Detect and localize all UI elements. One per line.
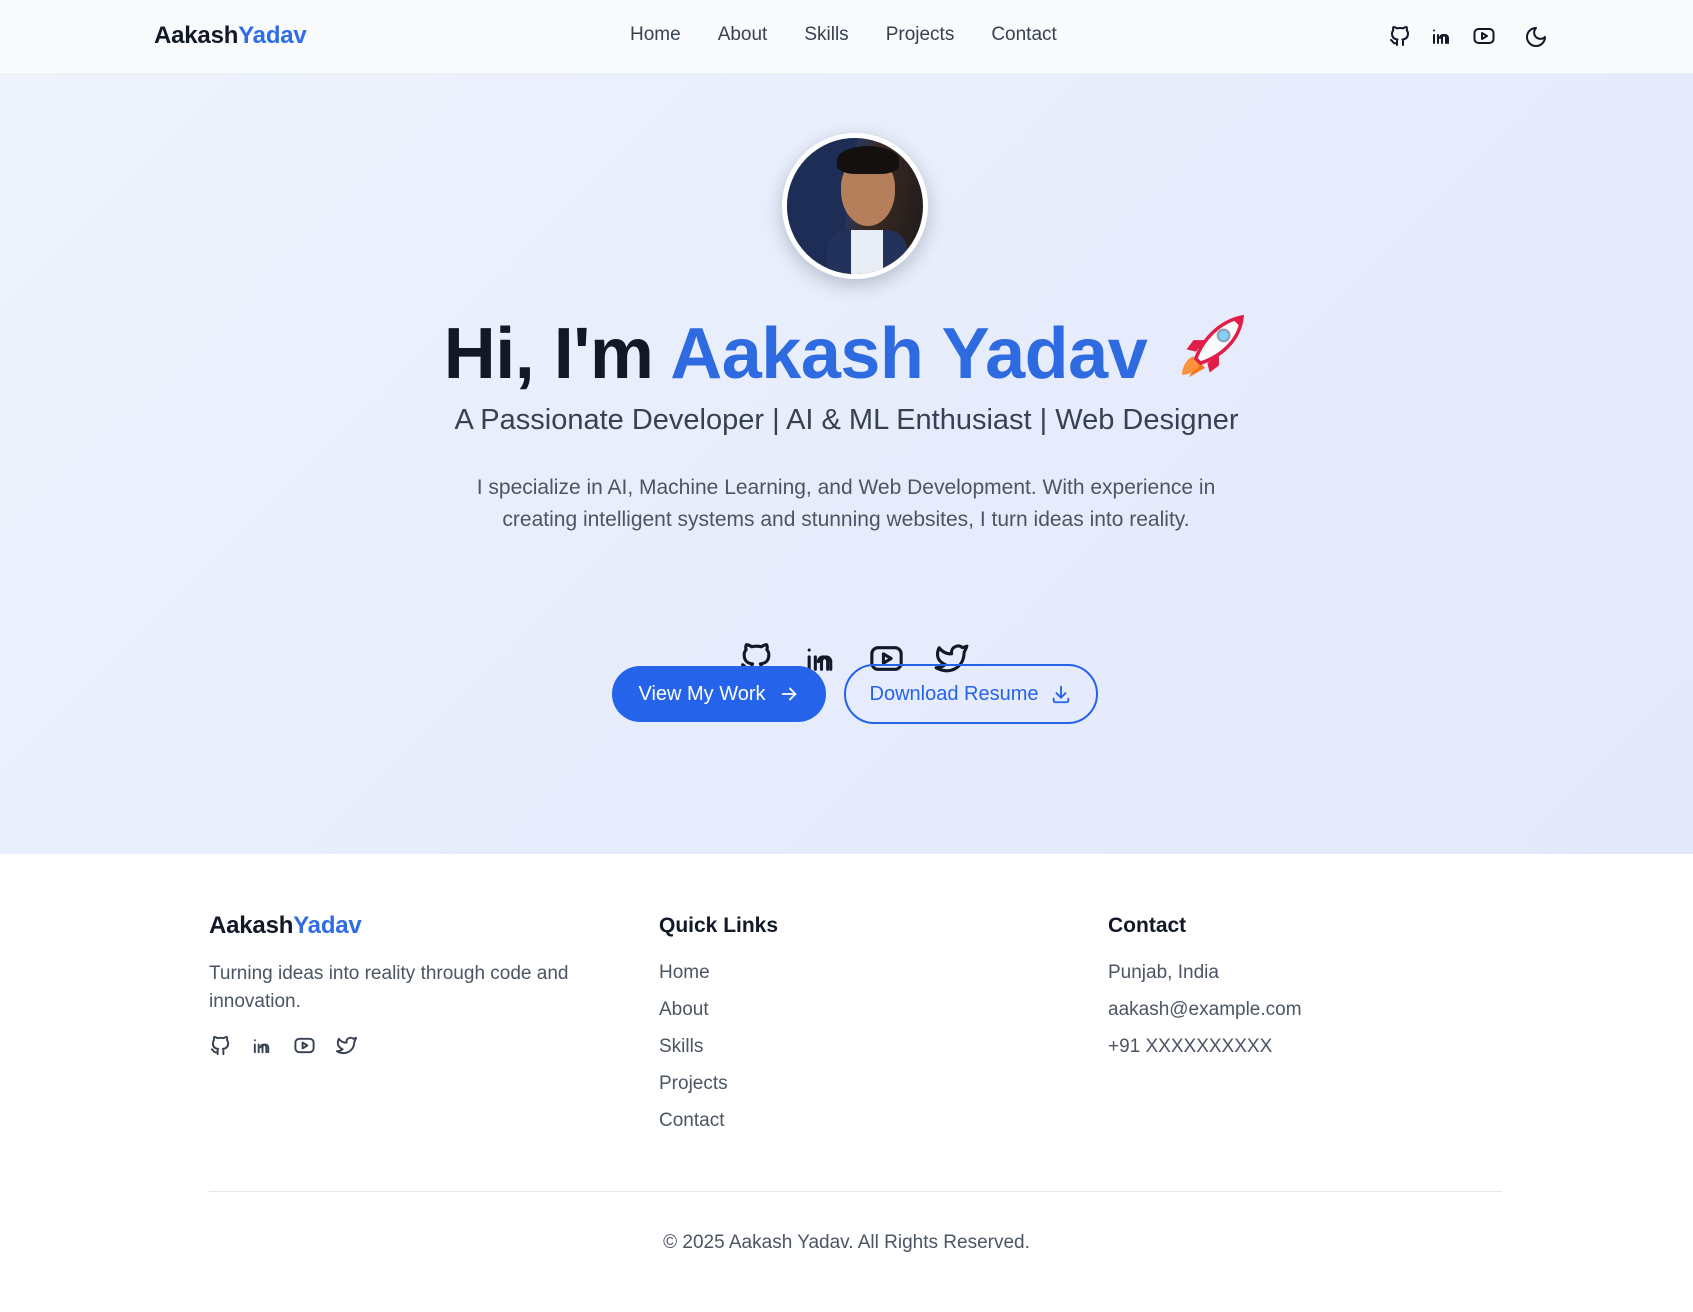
hero-section: Hi, I'm Aakash Yadav A Passionate Develo… [0, 74, 1693, 854]
copyright-text: © 2025 Aakash Yadav. All Rights Reserved… [663, 1232, 1030, 1253]
github-icon[interactable] [209, 1034, 232, 1057]
logo-first: Aakash [154, 22, 239, 49]
github-icon[interactable] [1388, 24, 1412, 48]
footer-logo[interactable]: AakashYadav [209, 912, 362, 940]
rocket-icon [1175, 310, 1249, 384]
nav-link-skills[interactable]: Skills [804, 24, 848, 46]
footer-social-icons [209, 1034, 358, 1057]
navbar: AakashYadav Home About Skills Projects C… [0, 0, 1693, 74]
youtube-icon[interactable] [293, 1034, 316, 1057]
nav-link-home[interactable]: Home [630, 24, 681, 46]
footer-link-projects[interactable]: Projects [659, 1073, 728, 1110]
moon-icon[interactable] [1524, 25, 1548, 49]
quick-links-list: Home About Skills Projects Contact [659, 962, 728, 1147]
contact-phone: +91 XXXXXXXXXX [1108, 1036, 1273, 1057]
nav-links: Home About Skills Projects Contact [630, 24, 1057, 46]
logo-second: Yadav [238, 22, 307, 49]
footer-divider [209, 1191, 1502, 1192]
quick-links-heading: Quick Links [659, 914, 779, 937]
nav-link-contact[interactable]: Contact [991, 24, 1056, 46]
download-resume-button[interactable]: Download Resume [844, 664, 1098, 724]
footer: AakashYadav Turning ideas into reality t… [0, 854, 1693, 1312]
footer-link-skills[interactable]: Skills [659, 1036, 728, 1073]
site-logo[interactable]: AakashYadav [154, 22, 307, 50]
footer-logo-first: Aakash [209, 912, 294, 939]
contact-email[interactable]: aakash@example.com [1108, 999, 1302, 1036]
contact-location: Punjab, India [1108, 962, 1219, 983]
hero-title: Hi, I'm Aakash Yadav [0, 310, 1693, 395]
contact-list: Punjab, India aakash@example.com +91 XXX… [1108, 962, 1302, 1073]
hero-name: Aakash Yadav [670, 314, 1148, 394]
download-resume-label: Download Resume [869, 682, 1039, 705]
nav-link-about[interactable]: About [718, 24, 768, 46]
download-icon [1050, 683, 1072, 705]
arrow-right-icon [778, 683, 800, 705]
linkedin-icon[interactable] [1430, 24, 1454, 48]
twitter-icon[interactable] [335, 1034, 358, 1057]
hero-description: I specialize in AI, Machine Learning, an… [476, 476, 1216, 531]
contact-heading: Contact [1108, 914, 1187, 937]
footer-logo-second: Yadav [293, 912, 362, 939]
footer-tagline: Turning ideas into reality through code … [209, 963, 569, 1012]
hero-subtitle: A Passionate Developer | AI & ML Enthusi… [454, 404, 1239, 436]
view-my-work-button[interactable]: View My Work [612, 666, 826, 722]
youtube-icon[interactable] [1472, 24, 1496, 48]
footer-link-home[interactable]: Home [659, 962, 728, 999]
footer-link-contact[interactable]: Contact [659, 1110, 728, 1147]
view-my-work-label: View My Work [638, 682, 766, 705]
hero-greeting: Hi, I'm [443, 314, 671, 394]
nav-social-icons [1388, 24, 1496, 48]
profile-avatar [782, 133, 928, 279]
footer-link-about[interactable]: About [659, 999, 728, 1036]
linkedin-icon[interactable] [251, 1034, 274, 1057]
nav-link-projects[interactable]: Projects [886, 24, 955, 46]
